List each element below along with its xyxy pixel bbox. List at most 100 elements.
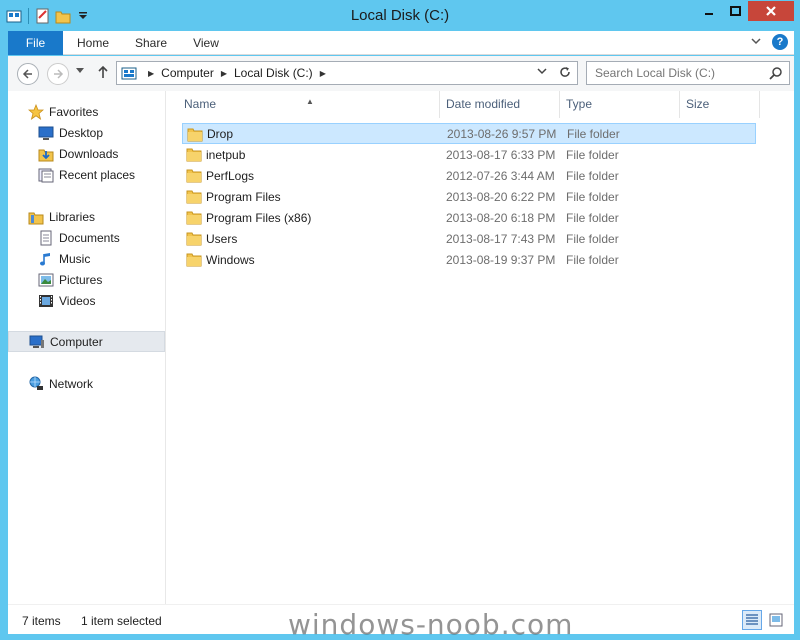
nav-videos[interactable]: Videos [8, 290, 165, 311]
nav-downloads[interactable]: Downloads [8, 143, 165, 164]
tab-share[interactable]: Share [126, 31, 176, 55]
file-row-perflogs[interactable]: PerfLogs 2012-07-26 3:44 AM File folder [182, 165, 756, 186]
details-view-button[interactable] [742, 610, 762, 630]
nav-computer[interactable]: Computer [8, 331, 165, 352]
file-name: Program Files (x86) [206, 210, 312, 225]
nav-documents-label: Documents [59, 230, 120, 245]
file-date: 2013-08-26 9:57 PM [447, 126, 557, 141]
nav-recent-places[interactable]: Recent places [8, 164, 165, 185]
recent-locations-icon[interactable] [76, 66, 84, 77]
nav-libraries[interactable]: Libraries [8, 206, 165, 227]
breadcrumb-local-disk[interactable]: Local Disk (C:) [234, 66, 313, 80]
search-input[interactable] [595, 65, 765, 81]
folder-icon [186, 209, 202, 228]
watermark: windows-noob.com [288, 608, 574, 640]
breadcrumb-separator-icon[interactable]: ▶ [320, 69, 326, 78]
navigation-bar: ▶ Computer ▶ Local Disk (C:) ▶ [8, 56, 794, 91]
window-title: Local Disk (C:) [350, 7, 450, 24]
details-view-icon [746, 614, 758, 625]
refresh-icon[interactable] [559, 66, 571, 81]
file-name: Drop [207, 126, 234, 141]
file-name: Program Files [206, 189, 281, 204]
help-icon[interactable]: ? [772, 34, 788, 50]
nav-libraries-label: Libraries [49, 209, 96, 224]
network-icon [28, 376, 44, 392]
videos-icon [38, 293, 54, 309]
desktop-icon [38, 125, 54, 141]
nav-favorites[interactable]: Favorites [8, 101, 165, 122]
maximize-button[interactable] [722, 1, 748, 21]
breadcrumb-computer[interactable]: Computer [161, 66, 214, 80]
folder-icon [186, 230, 202, 249]
column-header-name-label: Name [184, 97, 217, 111]
minimize-button[interactable] [696, 1, 722, 21]
file-type: File folder [566, 168, 619, 183]
computer-location-icon [121, 65, 137, 81]
nav-music[interactable]: Music [8, 248, 165, 269]
nav-music-label: Music [59, 251, 91, 266]
close-button[interactable] [748, 1, 794, 21]
view-switcher [742, 610, 786, 630]
status-selection: 1 item selected [81, 614, 162, 628]
file-row-program-files-x86[interactable]: Program Files (x86) 2013-08-20 6:18 PM F… [182, 207, 756, 228]
file-date: 2013-08-20 6:22 PM [446, 189, 556, 204]
file-type: File folder [566, 231, 619, 246]
file-row-program-files[interactable]: Program Files 2013-08-20 6:22 PM File fo… [182, 186, 756, 207]
nav-computer-label: Computer [50, 334, 103, 349]
file-list: Name ▲ Date modified Type Size Drop 2013… [178, 91, 794, 604]
tab-home[interactable]: Home [68, 31, 118, 55]
file-row-drop[interactable]: Drop 2013-08-26 9:57 PM File folder [182, 123, 756, 144]
file-date: 2013-08-19 9:37 PM [446, 252, 556, 267]
file-type: File folder [566, 147, 619, 162]
up-button[interactable] [97, 65, 109, 82]
search-icon[interactable] [769, 66, 783, 83]
folder-icon [186, 251, 202, 270]
computer-icon [29, 334, 45, 350]
tab-view[interactable]: View [180, 31, 232, 55]
tab-file[interactable]: File [8, 31, 63, 55]
expand-ribbon-icon[interactable] [750, 35, 762, 49]
music-icon [38, 251, 54, 267]
folder-icon [186, 167, 202, 186]
file-date: 2013-08-20 6:18 PM [446, 210, 556, 225]
file-date: 2013-08-17 6:33 PM [446, 147, 556, 162]
file-type: File folder [566, 189, 619, 204]
nav-documents[interactable]: Documents [8, 227, 165, 248]
nav-network-label: Network [49, 376, 94, 391]
column-header-name[interactable]: Name ▲ [178, 91, 440, 118]
folder-icon [186, 188, 202, 207]
back-button[interactable] [17, 63, 39, 85]
column-header-date[interactable]: Date modified [440, 91, 560, 118]
file-row-users[interactable]: Users 2013-08-17 7:43 PM File folder [182, 228, 756, 249]
status-item-count: 7 items [22, 614, 61, 628]
title-bar: Local Disk (C:) [0, 0, 800, 31]
file-date: 2012-07-26 3:44 AM [446, 168, 555, 183]
file-name: PerfLogs [206, 168, 255, 183]
folder-icon [186, 146, 202, 165]
star-icon [28, 103, 44, 120]
file-row-windows[interactable]: Windows 2013-08-19 9:37 PM File folder [182, 249, 756, 270]
column-header-size[interactable]: Size [680, 91, 760, 118]
address-bar[interactable]: ▶ Computer ▶ Local Disk (C:) ▶ [116, 61, 578, 85]
file-type: File folder [567, 126, 620, 141]
breadcrumb-separator-icon[interactable]: ▶ [221, 69, 227, 78]
address-dropdown-icon[interactable] [537, 66, 547, 81]
sort-ascending-icon: ▲ [306, 97, 314, 106]
folder-icon [187, 126, 203, 145]
nav-downloads-label: Downloads [59, 146, 119, 161]
file-row-inetpub[interactable]: inetpub 2013-08-17 6:33 PM File folder [182, 144, 756, 165]
recent-places-icon [38, 167, 54, 183]
nav-pictures[interactable]: Pictures [8, 269, 165, 290]
pictures-icon [38, 272, 54, 288]
breadcrumb: ▶ Computer ▶ Local Disk (C:) ▶ [141, 66, 333, 80]
column-header-type[interactable]: Type [560, 91, 680, 118]
file-name: Users [206, 231, 238, 246]
address-tools [537, 66, 571, 81]
nav-network[interactable]: Network [8, 373, 165, 394]
nav-desktop[interactable]: Desktop [8, 122, 165, 143]
large-icons-view-button[interactable] [766, 610, 786, 630]
breadcrumb-separator-icon[interactable]: ▶ [148, 69, 154, 78]
forward-button[interactable] [47, 63, 69, 85]
libraries-icon [28, 209, 44, 225]
search-box[interactable] [586, 61, 790, 85]
